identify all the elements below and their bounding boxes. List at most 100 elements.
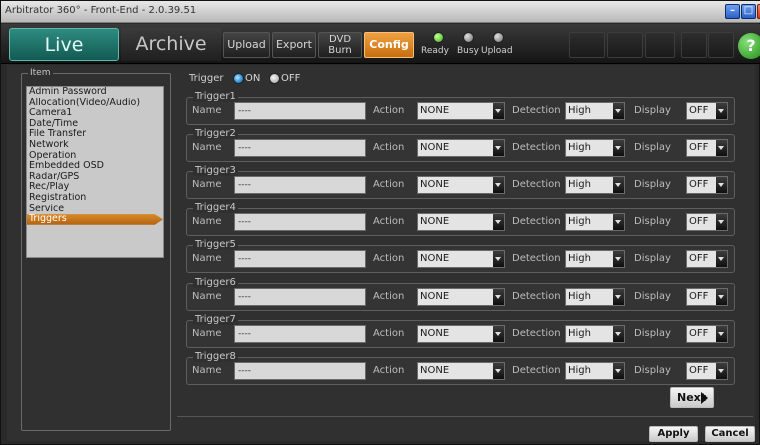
cancel-button[interactable]: Cancel [705, 426, 755, 442]
detection-select[interactable]: High [565, 325, 625, 343]
item-list-entry[interactable]: File Transfer [27, 129, 163, 140]
dropdown-arrow-icon[interactable] [716, 103, 727, 119]
name-label: Name [192, 365, 222, 376]
item-list-entry[interactable]: Service [27, 204, 163, 215]
maximize-button[interactable]: □ [741, 4, 756, 19]
title-bar[interactable]: Arbitrator 360° - Front-End - 2.0.39.51 … [1, 1, 760, 23]
dropdown-arrow-icon[interactable] [613, 103, 624, 119]
view-2-icon[interactable] [708, 32, 734, 58]
action-select[interactable]: NONE [417, 213, 505, 231]
layout-icon[interactable] [645, 32, 675, 58]
trigger-name-input[interactable]: ---- [234, 139, 366, 157]
single-view-icon[interactable] [607, 32, 643, 58]
trigger-name-input[interactable]: ---- [234, 250, 366, 268]
help-icon[interactable]: ? [738, 33, 760, 59]
upload-led-icon [493, 32, 504, 43]
dropdown-arrow-icon[interactable] [716, 177, 727, 193]
action-select[interactable]: NONE [417, 325, 505, 343]
action-select[interactable]: NONE [417, 102, 505, 120]
detection-select[interactable]: High [565, 250, 625, 268]
trigger-name-input[interactable]: ---- [234, 288, 366, 306]
item-list-entry[interactable]: Embedded OSD [27, 161, 163, 172]
detection-select[interactable]: High [565, 139, 625, 157]
display-select[interactable]: OFF [686, 250, 728, 268]
display-select[interactable]: OFF [686, 176, 728, 194]
detection-label: Detection [512, 142, 561, 153]
detection-select[interactable]: High [565, 102, 625, 120]
dropdown-arrow-icon[interactable] [613, 251, 624, 267]
trigger-name-input[interactable]: ---- [234, 362, 366, 380]
monitor-icon[interactable] [569, 32, 605, 58]
dropdown-arrow-icon[interactable] [493, 140, 504, 156]
dropdown-arrow-icon[interactable] [716, 214, 727, 230]
item-list-entry[interactable]: Operation [27, 151, 163, 162]
trigger-group: Trigger8 Name ---- Action NONE Detection High D… [186, 351, 735, 385]
dropdown-arrow-icon[interactable] [716, 363, 727, 379]
display-select[interactable]: OFF [686, 102, 728, 120]
dropdown-arrow-icon[interactable] [493, 103, 504, 119]
dropdown-arrow-icon[interactable] [493, 177, 504, 193]
item-list: Admin Password Allocation(Video/Audio) Cam… [26, 86, 164, 258]
action-select[interactable]: NONE [417, 139, 505, 157]
item-list-entry[interactable]: Camera1 [27, 108, 163, 119]
dropdown-arrow-icon[interactable] [613, 177, 624, 193]
view-1-icon[interactable] [681, 32, 707, 58]
display-select[interactable]: OFF [686, 288, 728, 306]
dropdown-arrow-icon[interactable] [613, 140, 624, 156]
action-label: Action [373, 253, 405, 264]
display-select[interactable]: OFF [686, 213, 728, 231]
detection-select[interactable]: High [565, 176, 625, 194]
item-list-entry[interactable]: Network [27, 140, 163, 151]
item-list-entry[interactable]: Admin Password [27, 87, 163, 98]
dropdown-arrow-icon[interactable] [613, 214, 624, 230]
action-select[interactable]: NONE [417, 176, 505, 194]
item-list-entry[interactable]: Rec/Play [27, 182, 163, 193]
dropdown-arrow-icon[interactable] [716, 251, 727, 267]
minimize-button[interactable]: – [725, 4, 740, 19]
display-select[interactable]: OFF [686, 362, 728, 380]
item-list-entry[interactable]: Radar/GPS [27, 172, 163, 183]
detection-label: Detection [512, 328, 561, 339]
detection-select[interactable]: High [565, 288, 625, 306]
detection-select[interactable]: High [565, 362, 625, 380]
config-button[interactable]: Config [364, 32, 414, 58]
dropdown-arrow-icon[interactable] [716, 289, 727, 305]
dropdown-arrow-icon[interactable] [613, 363, 624, 379]
tab-live[interactable]: Live [9, 28, 119, 61]
trigger-on-radio[interactable] [233, 73, 244, 84]
dropdown-arrow-icon[interactable] [493, 289, 504, 305]
display-select[interactable]: OFF [686, 325, 728, 343]
trigger-name-input[interactable]: ---- [234, 176, 366, 194]
item-list-entry[interactable]: Registration [27, 193, 163, 204]
action-select[interactable]: NONE [417, 362, 505, 380]
trigger-off-radio[interactable] [269, 73, 280, 84]
trigger-name-input[interactable]: ---- [234, 325, 366, 343]
display-label: Display [634, 179, 671, 190]
dropdown-arrow-icon[interactable] [716, 326, 727, 342]
item-list-entry[interactable]: Date/Time [27, 119, 163, 130]
upload-button[interactable]: Upload [223, 32, 270, 58]
trigger-name-input[interactable]: ---- [234, 213, 366, 231]
apply-button[interactable]: Apply [649, 426, 698, 442]
dropdown-arrow-icon[interactable] [613, 326, 624, 342]
dropdown-arrow-icon[interactable] [613, 289, 624, 305]
dropdown-arrow-icon[interactable] [716, 140, 727, 156]
display-value: OFF [689, 142, 709, 153]
dropdown-arrow-icon[interactable] [493, 214, 504, 230]
action-select[interactable]: NONE [417, 250, 505, 268]
export-button[interactable]: Export [272, 32, 316, 58]
dvd-burn-button[interactable]: DVD Burn [318, 32, 362, 58]
next-button[interactable]: Next [670, 387, 714, 408]
trigger-name-input[interactable]: ---- [234, 102, 366, 120]
display-select[interactable]: OFF [686, 139, 728, 157]
detection-select[interactable]: High [565, 213, 625, 231]
detection-value: High [568, 216, 591, 227]
dropdown-arrow-icon[interactable] [493, 326, 504, 342]
dropdown-arrow-icon[interactable] [493, 251, 504, 267]
tab-archive[interactable]: Archive [121, 28, 221, 61]
dropdown-arrow-icon[interactable] [493, 363, 504, 379]
item-list-entry[interactable]: Triggers [27, 214, 163, 225]
action-select[interactable]: NONE [417, 288, 505, 306]
item-list-entry[interactable]: Allocation(Video/Audio) [27, 98, 163, 109]
app-window: Arbitrator 360° - Front-End - 2.0.39.51 … [0, 0, 760, 445]
